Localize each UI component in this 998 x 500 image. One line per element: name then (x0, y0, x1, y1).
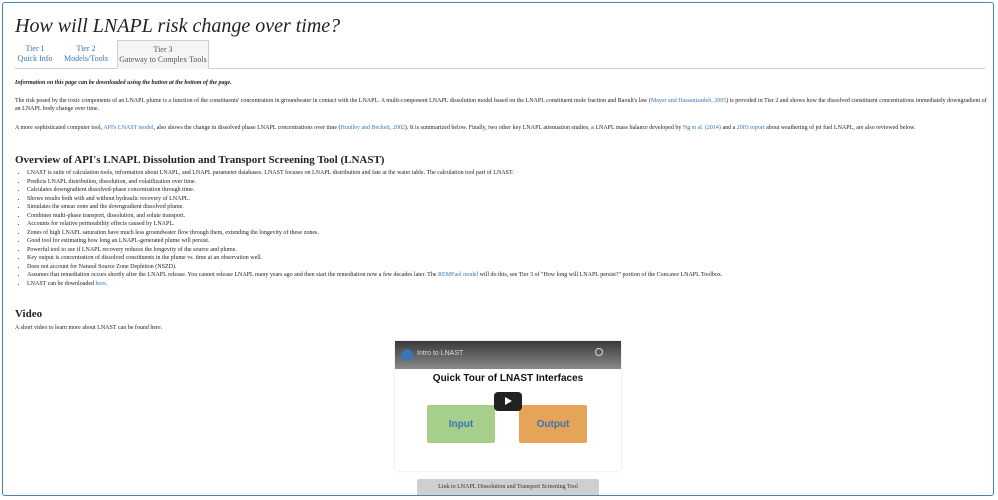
input-box: Input (427, 405, 495, 443)
list-item: Powerful tool to see if LNAPL recovery r… (27, 246, 722, 255)
ng-link[interactable]: Ng et al. (2014) (683, 125, 721, 131)
video-title-bar: Intro to LNAST (395, 341, 621, 369)
video-slide-heading: Quick Tour of LNAST Interfaces (432, 373, 584, 384)
list-item: Calculates downgradient dissolved-phase … (27, 186, 722, 195)
tab-tier-2[interactable]: Tier 2 Models/Tools (61, 40, 111, 68)
list-item: LNAST can be downloaded here. (27, 280, 722, 289)
lnast-text-2: , also shows the change in dissolved pha… (153, 125, 341, 131)
list-item: Key output is concentration of dissolved… (27, 254, 722, 263)
huntley-link[interactable]: Huntley and Beckett, 2002 (341, 125, 405, 131)
overview-list: LNAST is suite of calculation tools, inf… (15, 169, 722, 288)
tab-tier-1-label: Tier 1 (25, 44, 45, 53)
list-item: Combines multi-phase transport, dissolut… (27, 212, 722, 221)
list-item: Predicts LNAPL distribution, dissolution… (27, 178, 722, 187)
lnast-text-4: and a (720, 125, 737, 131)
download-text-1: LNAST can be downloaded (27, 280, 96, 287)
video-intro: A short video to learn more about LNAST … (15, 325, 163, 331)
tab-tier-2-sublabel: Models/Tools (64, 54, 108, 63)
list-item: Zones of high LNAPL saturation have much… (27, 229, 722, 238)
list-item: Does not account for Natural Source Zone… (27, 263, 722, 272)
lnast-tool-link-button[interactable]: Link to LNAPL Dissolution and Transport … (417, 479, 599, 495)
list-item: Shows results both with and without hydr… (27, 195, 722, 204)
list-item: Assumes that remediation occurs shortly … (27, 271, 722, 280)
lnast-text-3: ). It is summarized below. Finally, two … (404, 125, 683, 131)
remfuel-link[interactable]: REMFuel model (438, 272, 478, 278)
tab-tier-3[interactable]: Tier 3 Gateway to Complex Tools (117, 40, 209, 69)
intro-text-1: The risk posed by the toxic components o… (15, 98, 651, 104)
mayer-link[interactable]: Mayer and Hassanizadeh, 2005 (651, 98, 726, 104)
tab-tier-3-sublabel: Gateway to Complex Tools (119, 55, 207, 64)
api-lnast-link[interactable]: API's LNAST model (103, 125, 153, 131)
video-title: Intro to LNAST (417, 350, 464, 357)
tab-tier-1[interactable]: Tier 1 Quick Info (15, 40, 55, 68)
lnast-paragraph: A more sophisticated computer tool, API'… (15, 124, 987, 132)
list-item: Simulates the smear zone and the downgra… (27, 203, 722, 212)
page-title: How will LNAPL risk change over time? (15, 15, 341, 37)
lnast-text-5: about weathering of jet fuel LNAPL, are … (764, 125, 916, 131)
tab-tier-3-label: Tier 3 (153, 45, 173, 54)
lnast-text-1: A more sophisticated computer tool, (15, 125, 104, 131)
remfuel-text-2: will do this, see Tier 3 of "How long wi… (478, 272, 723, 278)
list-item: Good tool for estimating how long an LNA… (27, 237, 722, 246)
overview-heading: Overview of API's LNAPL Dissolution and … (15, 154, 385, 166)
report-2003-link[interactable]: 2003 report (737, 125, 765, 131)
intro-paragraph: The risk posed by the toxic components o… (15, 97, 987, 113)
download-text-2: . (105, 280, 108, 287)
output-box: Output (519, 405, 587, 443)
video-info-icon[interactable] (595, 348, 603, 356)
download-notice: Information on this page can be download… (15, 80, 232, 86)
tab-tier-1-sublabel: Quick Info (17, 54, 53, 63)
tab-bar: Tier 1 Quick Info Tier 2 Models/Tools Ti… (15, 40, 985, 69)
video-player[interactable]: Intro to LNAST Quick Tour of LNAST Inter… (395, 341, 621, 471)
remfuel-text-1: Assumes that remediation occurs shortly … (27, 272, 438, 278)
video-heading: Video (15, 308, 43, 320)
play-icon[interactable] (494, 392, 522, 411)
download-link[interactable]: here (96, 281, 106, 287)
list-item: LNAST is suite of calculation tools, inf… (27, 169, 722, 178)
page-frame: How will LNAPL risk change over time? Ti… (2, 2, 994, 496)
channel-logo-icon (401, 349, 413, 361)
tab-tier-2-label: Tier 2 (76, 44, 96, 53)
list-item: Accounts for relative permeability effec… (27, 220, 722, 229)
